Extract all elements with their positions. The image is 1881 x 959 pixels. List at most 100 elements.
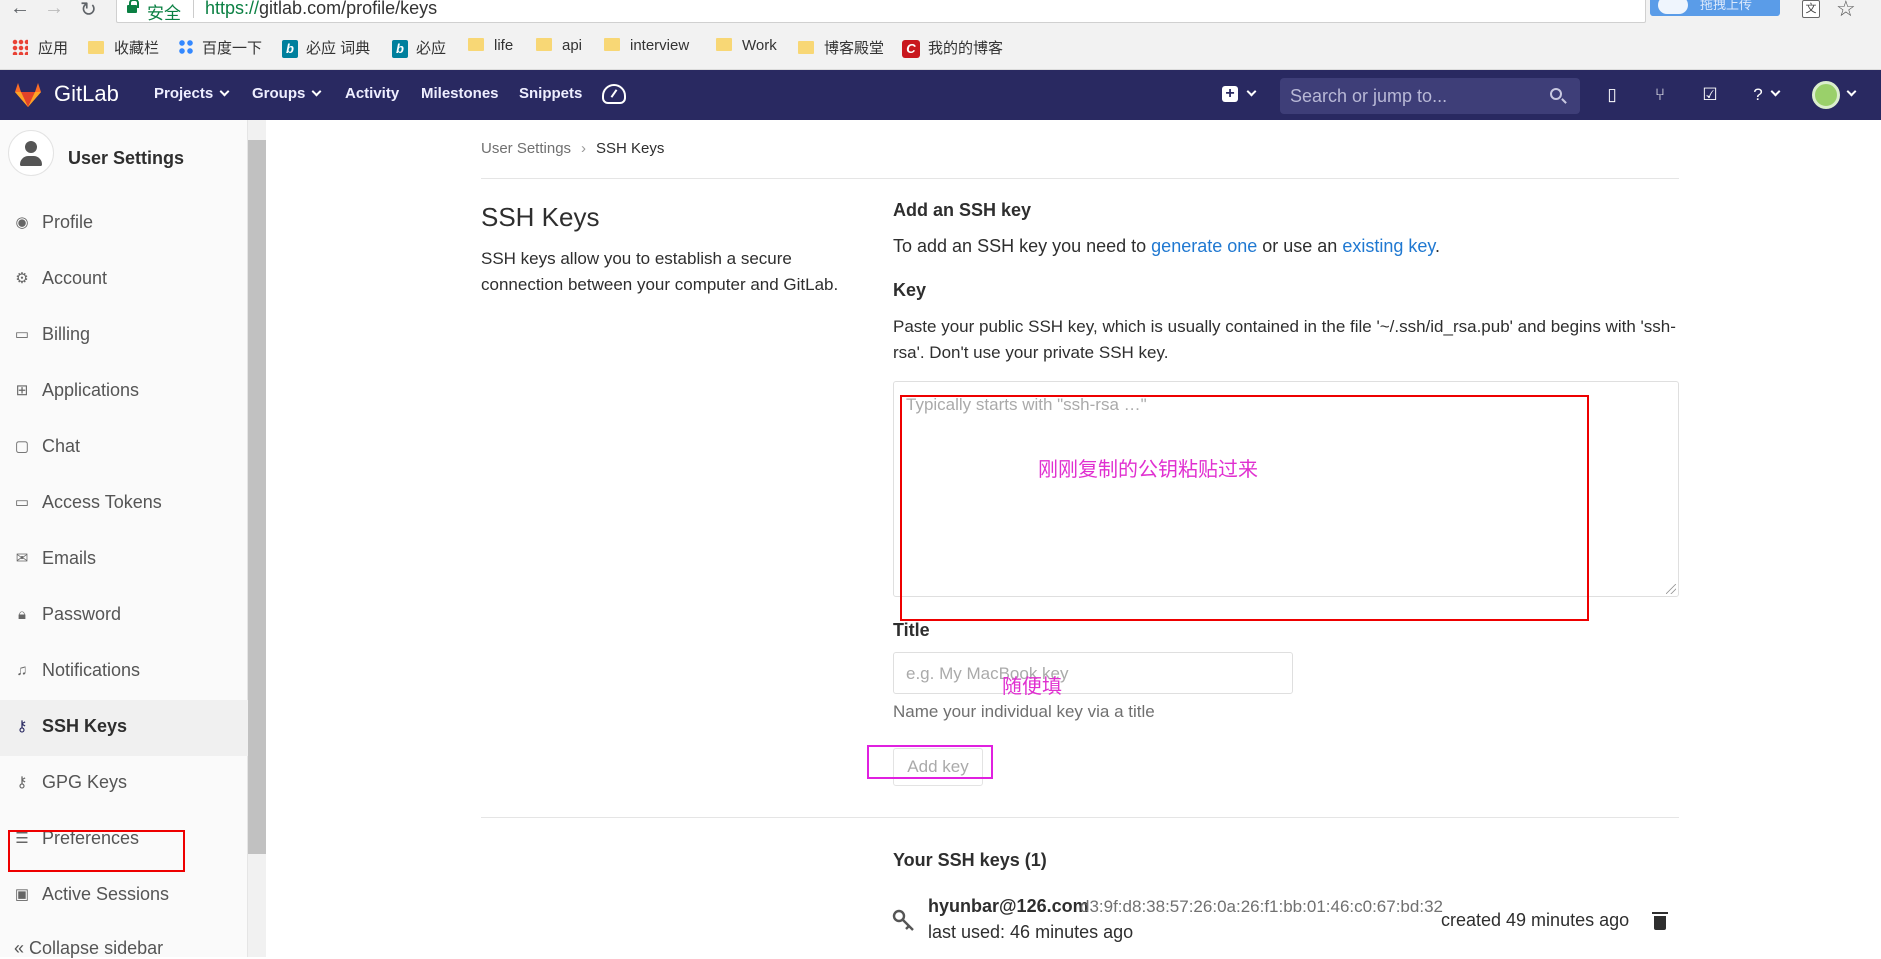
collapse-sidebar-button[interactable]: « Collapse sidebar: [14, 938, 163, 959]
token-icon: ▭: [14, 494, 30, 511]
sidebar-item-access-tokens[interactable]: ▭ Access Tokens: [0, 476, 248, 532]
sidebar-item-label: Chat: [42, 436, 81, 456]
sidebar-item-chat[interactable]: ▢ Chat: [0, 420, 248, 476]
avatar[interactable]: [1812, 81, 1840, 109]
page-title: SSH Keys: [481, 202, 600, 232]
upload-extension-button[interactable]: 拖拽上传: [1650, 0, 1780, 16]
gitlab-logo-icon[interactable]: [14, 82, 42, 108]
title-input[interactable]: e.g. My MacBook key: [893, 652, 1293, 694]
bookmark-label: 应用: [38, 40, 69, 57]
back-icon[interactable]: ←: [10, 0, 30, 20]
admin-dashboard-icon[interactable]: [602, 84, 626, 104]
credit-card-icon: ▭: [14, 326, 30, 343]
collapse-sidebar-label: Collapse sidebar: [29, 938, 164, 958]
breadcrumb-ssh-keys[interactable]: SSH Keys: [596, 140, 664, 157]
your-keys-heading: Your SSH keys (1): [893, 850, 1047, 870]
nav-projects[interactable]: Projects: [154, 85, 230, 102]
nav-groups[interactable]: Groups: [252, 85, 322, 102]
secure-label: 安全: [147, 4, 181, 23]
baidu-icon: [178, 39, 194, 55]
chevron-down-icon[interactable]: [1246, 86, 1257, 97]
sidebar-item-billing[interactable]: ▭ Billing: [0, 308, 248, 364]
nav-label: Groups: [252, 85, 306, 102]
translate-icon[interactable]: 文: [1802, 0, 1820, 18]
page-description: SSH keys allow you to establish a secure…: [481, 249, 839, 294]
help-icon[interactable]: ?: [1748, 85, 1768, 105]
bookmark-item[interactable]: C 我的的博客: [902, 37, 1004, 58]
generate-one-link[interactable]: generate one: [1151, 236, 1257, 256]
sidebar-item-ssh-keys[interactable]: ⚷ SSH Keys: [0, 700, 248, 756]
chevron-down-icon[interactable]: [1770, 86, 1781, 97]
bookmark-item[interactable]: api: [536, 37, 582, 57]
intro-text: or use an: [1257, 236, 1343, 256]
nav-snippets[interactable]: Snippets: [519, 85, 582, 102]
key-title[interactable]: hyunbar@126.com: [928, 896, 1089, 917]
bookmark-item[interactable]: 收藏栏: [88, 37, 159, 57]
annotation-highlight-box: [867, 745, 993, 779]
mail-icon: ✉: [15, 550, 29, 567]
search-input[interactable]: Search or jump to...: [1280, 78, 1580, 114]
sidebar-item-password[interactable]: 🔒︎ Password: [0, 588, 248, 644]
bing-icon: b: [392, 40, 408, 58]
sidebar-item-label: Profile: [42, 212, 94, 232]
sidebar-item-account[interactable]: ⚙ Account: [0, 252, 248, 308]
sidebar-item-emails[interactable]: ✉ Emails: [0, 532, 248, 588]
existing-key-link[interactable]: existing key: [1342, 236, 1435, 256]
bookmark-item[interactable]: 博客殿堂: [798, 37, 884, 57]
sidebar-item-label: Active Sessions: [42, 884, 170, 904]
key-last-used: last used: 46 minutes ago: [928, 922, 1134, 942]
bookmark-label: 我的的博客: [928, 40, 1004, 57]
resize-handle-icon[interactable]: [1666, 584, 1676, 594]
breadcrumb-user-settings[interactable]: User Settings: [481, 140, 571, 157]
sidebar-item-notifications[interactable]: ♫ Notifications: [0, 644, 248, 700]
nav-activity[interactable]: Activity: [345, 85, 399, 102]
trash-icon[interactable]: [1652, 912, 1668, 930]
upload-extension-label: 拖拽上传: [1700, 0, 1753, 12]
sidebar-scrollbar[interactable]: [248, 140, 266, 854]
apps-icon: [12, 39, 28, 55]
add-key-heading: Add an SSH key: [893, 200, 1032, 220]
chevron-down-icon[interactable]: [1846, 86, 1857, 97]
issues-icon[interactable]: ▯: [1602, 85, 1622, 105]
lock-icon: [127, 0, 139, 13]
monitor-icon: ▣: [14, 886, 30, 903]
search-icon: [1550, 88, 1562, 100]
gitlab-brand[interactable]: GitLab: [54, 81, 119, 107]
nav-milestones[interactable]: Milestones: [421, 85, 499, 102]
url-path: gitlab.com/profile/keys: [259, 0, 438, 18]
bookmark-item[interactable]: 百度一下: [178, 37, 262, 57]
divider: [481, 817, 1679, 818]
lock-icon: 🔒︎: [18, 606, 26, 623]
key-icon: [892, 909, 914, 931]
bookmark-item[interactable]: life: [468, 37, 513, 57]
url-text: https://gitlab.com/profile/keys: [205, 0, 437, 19]
profile-icon: ◉: [15, 214, 29, 231]
sidebar-title[interactable]: User Settings: [68, 148, 184, 169]
csdn-icon: C: [902, 40, 920, 58]
reload-icon[interactable]: ↻: [80, 0, 97, 22]
forward-icon[interactable]: →: [44, 0, 64, 20]
applications-icon: ⊞: [15, 382, 29, 399]
bookmark-item[interactable]: b 必应: [392, 37, 446, 58]
title-help: Name your individual key via a title: [893, 702, 1155, 721]
sidebar-item-applications[interactable]: ⊞ Applications: [0, 364, 248, 420]
address-bar[interactable]: 安全 https://gitlab.com/profile/keys: [116, 0, 1646, 23]
todos-icon[interactable]: ☑: [1700, 85, 1720, 105]
folder-icon: [536, 38, 552, 51]
intro-text: To add an SSH key you need to: [893, 236, 1152, 256]
sidebar-item-active-sessions[interactable]: ▣ Active Sessions: [0, 868, 248, 924]
sidebar-item-label: Emails: [42, 548, 97, 568]
folder-icon: [604, 38, 620, 51]
sidebar-item-gpg-keys[interactable]: ⚷ GPG Keys: [0, 756, 248, 812]
gitlab-header: GitLab Projects Groups Activity Mileston…: [0, 70, 1881, 120]
bookmark-label: 百度一下: [202, 40, 263, 57]
folder-icon: [88, 41, 104, 54]
sidebar-item-profile[interactable]: ◉ Profile: [0, 196, 248, 252]
bookmark-item[interactable]: interview: [604, 37, 689, 57]
bookmark-apps[interactable]: 应用: [12, 37, 68, 57]
bookmark-item[interactable]: b 必应 词典: [282, 37, 370, 58]
merge-requests-icon[interactable]: ⑂: [1650, 85, 1670, 105]
bookmark-item[interactable]: Work: [716, 37, 777, 57]
star-icon[interactable]: ☆: [1836, 0, 1856, 22]
new-item-icon[interactable]: +: [1222, 86, 1238, 102]
